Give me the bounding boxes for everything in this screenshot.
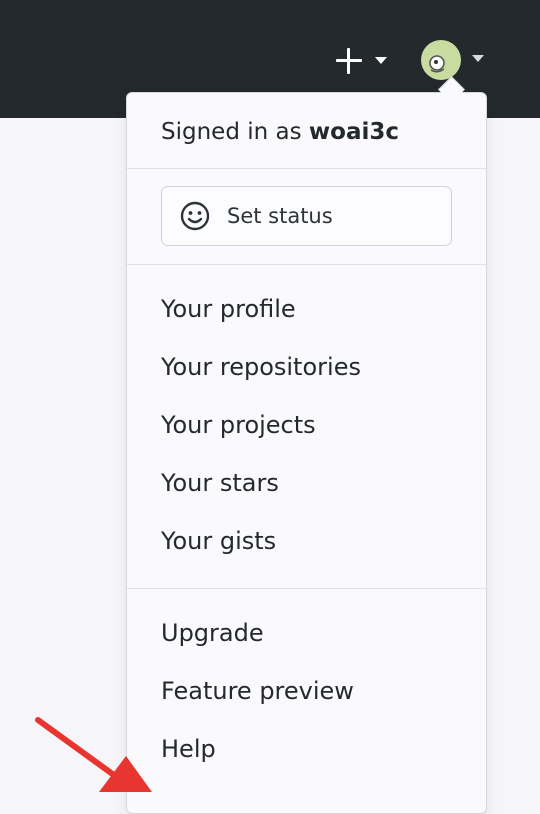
username: woai3c (308, 119, 399, 145)
plus-icon[interactable] (336, 48, 362, 74)
user-dropdown-menu: Signed in as woai3c Set status Your prof… (126, 92, 487, 814)
set-status-label: Set status (227, 204, 333, 228)
menu-item-your-profile[interactable]: Your profile (161, 295, 296, 323)
red-arrow-annotation-icon (35, 717, 152, 792)
menu-item-feature-preview[interactable]: Feature preview (161, 677, 354, 705)
menu-item-your-projects[interactable]: Your projects (161, 411, 316, 439)
menu-item-help[interactable]: Help (161, 735, 216, 763)
smiley-icon (180, 201, 210, 231)
divider (127, 588, 486, 589)
set-status-button[interactable]: Set status (161, 186, 452, 246)
menu-item-your-stars[interactable]: Your stars (161, 469, 279, 497)
menu-item-your-repositories[interactable]: Your repositories (161, 353, 361, 381)
divider (127, 168, 486, 169)
signed-in-prefix: Signed in as (161, 119, 309, 145)
menu-item-your-gists[interactable]: Your gists (161, 527, 276, 555)
avatar[interactable] (421, 40, 461, 80)
chevron-down-icon[interactable] (375, 57, 387, 64)
menu-item-upgrade[interactable]: Upgrade (161, 619, 264, 647)
avatar-face-icon (429, 55, 445, 73)
avatar-chevron-down-icon[interactable] (472, 55, 484, 62)
signed-in-header: Signed in as woai3c (161, 119, 399, 145)
divider (127, 264, 486, 265)
